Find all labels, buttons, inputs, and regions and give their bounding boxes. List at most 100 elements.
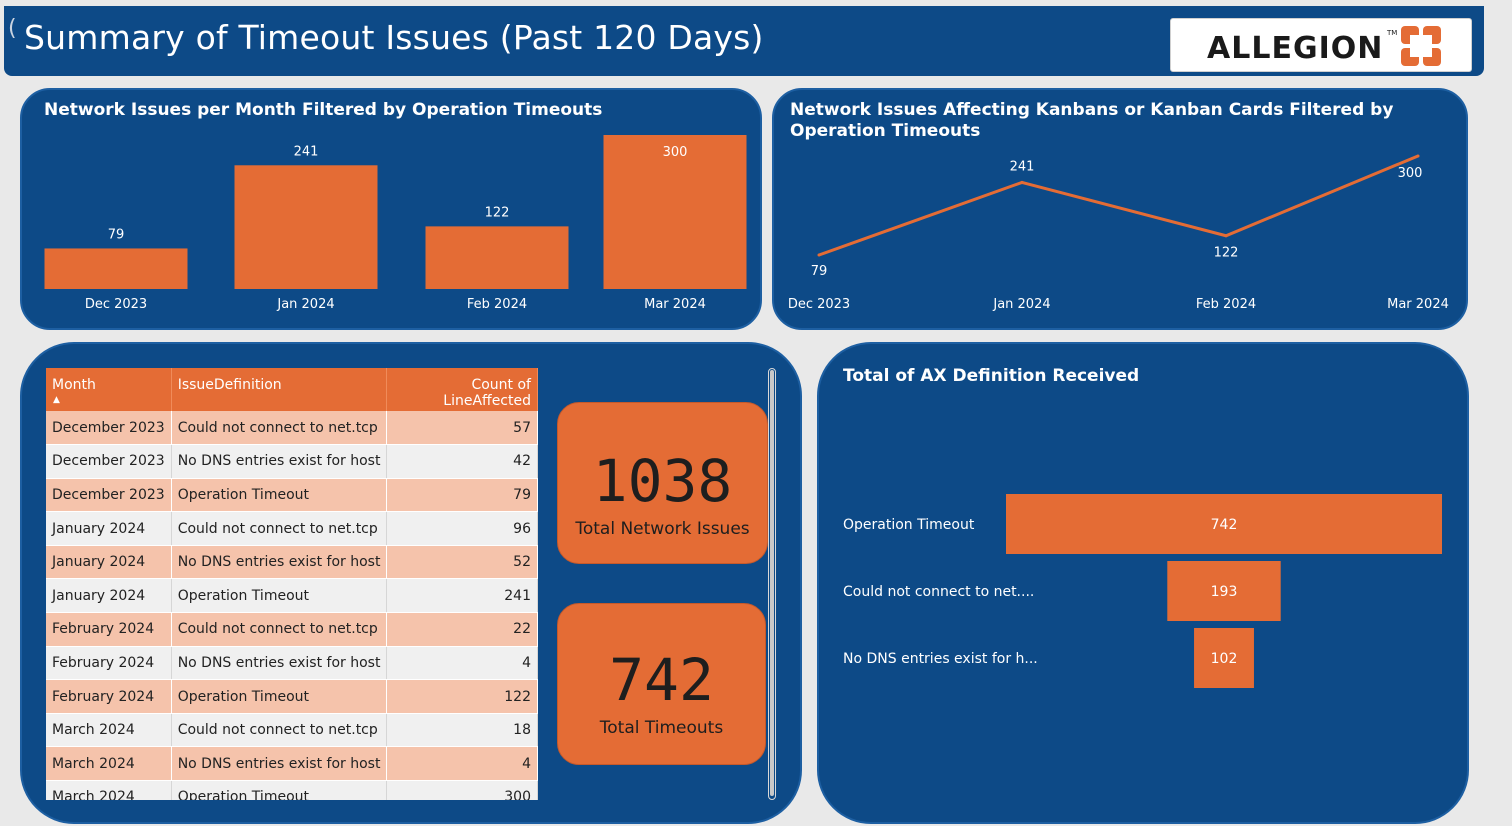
point-data-label: 300 xyxy=(1398,166,1423,181)
line-point[interactable] xyxy=(1020,180,1024,184)
allegion-mark-icon xyxy=(1397,24,1445,70)
table-cell-count: 241 xyxy=(386,578,538,614)
table-cell-month: March 2024 xyxy=(46,746,172,782)
sort-ascending-icon[interactable]: ▲ xyxy=(53,395,60,405)
table-row[interactable]: February 2024 Operation Timeout 122 xyxy=(46,679,538,714)
table-cell-month: February 2024 xyxy=(46,646,172,681)
funnel-category-label: Could not connect to net.... xyxy=(843,584,1034,600)
column-header-label: Count of LineAffected xyxy=(443,377,531,409)
issues-table: Month ▲ IssueDefinition Count of LineAff… xyxy=(46,368,538,800)
table-cell-count: 300 xyxy=(386,780,538,800)
table-cell-month: January 2024 xyxy=(46,578,172,614)
total-timeouts-card: 742 Total Timeouts xyxy=(557,603,766,765)
bar[interactable] xyxy=(234,165,378,289)
issues-table-container[interactable]: Month ▲ IssueDefinition Count of LineAff… xyxy=(46,368,538,800)
table-cell-count: 4 xyxy=(386,646,538,681)
table-row[interactable]: January 2024 Operation Timeout 241 xyxy=(46,578,538,614)
ax-definition-funnel-chart[interactable]: 742 Operation Timeout 193 Could not connect… xyxy=(819,344,1467,822)
x-tick-label: Feb 2024 xyxy=(1196,297,1256,312)
table-cell-count: 79 xyxy=(386,478,538,513)
table-row[interactable]: February 2024 No DNS entries exist for ho… xyxy=(46,646,538,681)
table-cell-issue: Operation Timeout xyxy=(171,679,388,714)
table-cell-month: January 2024 xyxy=(46,545,172,580)
column-header-issue-definition[interactable]: IssueDefinition xyxy=(171,368,388,411)
x-tick-label: Jan 2024 xyxy=(276,297,334,312)
funnel-data-label: 742 xyxy=(1211,517,1238,533)
table-row[interactable]: December 2023 Could not connect to net.tc… xyxy=(46,411,538,446)
table-cell-month: December 2023 xyxy=(46,478,172,513)
kpi-value: 742 xyxy=(609,646,714,714)
table-cell-issue: Could not connect to net.tcp xyxy=(171,511,388,546)
column-header-label: Month xyxy=(52,377,96,393)
table-row[interactable]: March 2024 Could not connect to net.tcp 18 xyxy=(46,713,538,748)
table-cell-count: 4 xyxy=(386,746,538,782)
x-tick-label: Dec 2023 xyxy=(788,297,850,312)
monthly-issues-bar-chart[interactable]: 79 Dec 2023 241 Jan 2024 122 Feb 2024 300 Mar 2… xyxy=(22,90,760,328)
issues-table-panel: Month ▲ IssueDefinition Count of LineAff… xyxy=(20,342,802,824)
table-cell-month: January 2024 xyxy=(46,511,172,546)
funnel-category-label: Operation Timeout xyxy=(843,517,975,533)
x-tick-label: Mar 2024 xyxy=(644,297,706,312)
table-row[interactable]: December 2023 No DNS entries exist for ho… xyxy=(46,444,538,479)
table-cell-count: 18 xyxy=(386,713,538,748)
table-row[interactable]: February 2024 Could not connect to net.tc… xyxy=(46,612,538,647)
table-row[interactable]: January 2024 Could not connect to net.tcp… xyxy=(46,511,538,546)
table-cell-count: 42 xyxy=(386,444,538,479)
bar-data-label: 241 xyxy=(294,144,319,159)
allegion-logo: ALLEGION TM xyxy=(1170,18,1472,72)
table-cell-count: 96 xyxy=(386,511,538,546)
bar[interactable] xyxy=(425,226,569,289)
bar-data-label: 300 xyxy=(663,145,688,160)
table-row[interactable]: March 2024 Operation Timeout 300 xyxy=(46,780,538,800)
x-tick-label: Dec 2023 xyxy=(85,297,147,312)
line-point[interactable] xyxy=(817,253,821,257)
ax-definition-funnel-panel: Total of AX Definition Received 742 Opera… xyxy=(817,342,1469,824)
table-cell-issue: Could not connect to net.tcp xyxy=(171,713,388,748)
page-title: Summary of Timeout Issues (Past 120 Days… xyxy=(24,18,764,57)
table-cell-count: 57 xyxy=(386,411,538,446)
column-header-month[interactable]: Month ▲ xyxy=(46,368,172,411)
series-line[interactable] xyxy=(818,154,1419,257)
table-row[interactable]: March 2024 No DNS entries exist for host 4 xyxy=(46,746,538,782)
kpi-label: Total Network Issues xyxy=(575,519,750,539)
kanban-issues-line-chart[interactable]: 79 Dec 2023 241 Jan 2024 122 Feb 2024 300 Mar 2… xyxy=(774,90,1466,328)
line-point[interactable] xyxy=(1416,154,1420,158)
table-cell-issue: Could not connect to net.tcp xyxy=(171,612,388,647)
total-network-issues-card: 1038 Total Network Issues xyxy=(557,402,768,564)
table-row[interactable]: December 2023 Operation Timeout 79 xyxy=(46,478,538,513)
x-tick-label: Jan 2024 xyxy=(992,297,1050,312)
column-header-count[interactable]: Count of LineAffected xyxy=(386,368,538,411)
table-cell-issue: No DNS entries exist for host xyxy=(171,444,388,479)
funnel-data-label: 102 xyxy=(1211,651,1238,667)
table-row[interactable]: January 2024 No DNS entries exist for hos… xyxy=(46,545,538,580)
table-cell-count: 122 xyxy=(386,679,538,714)
kpi-label: Total Timeouts xyxy=(599,718,724,738)
table-cell-month: February 2024 xyxy=(46,679,172,714)
point-data-label: 241 xyxy=(1010,159,1035,174)
table-cell-count: 52 xyxy=(386,545,538,580)
x-tick-label: Feb 2024 xyxy=(467,297,527,312)
column-header-label: IssueDefinition xyxy=(177,377,282,393)
table-cell-issue: Operation Timeout xyxy=(171,578,388,614)
table-cell-issue: No DNS entries exist for host xyxy=(171,545,388,580)
scrollbar-thumb[interactable] xyxy=(770,370,774,796)
point-data-label: 79 xyxy=(811,264,828,279)
line-point[interactable] xyxy=(1224,234,1228,238)
panel-scrollbar[interactable] xyxy=(768,368,776,800)
x-tick-label: Mar 2024 xyxy=(1387,297,1449,312)
funnel-category-label: No DNS entries exist for h... xyxy=(843,651,1038,667)
point-data-label: 122 xyxy=(1214,246,1239,261)
table-cell-month: February 2024 xyxy=(46,612,172,647)
table-cell-month: March 2024 xyxy=(46,780,172,800)
table-cell-month: December 2023 xyxy=(46,411,172,446)
bar[interactable] xyxy=(44,248,188,289)
monthly-issues-chart-panel: Network Issues per Month Filtered by Ope… xyxy=(20,88,762,330)
table-cell-issue: Operation Timeout xyxy=(171,478,388,513)
bar-data-label: 79 xyxy=(108,227,125,242)
kanban-issues-chart-panel: Network Issues Affecting Kanbans or Kanb… xyxy=(772,88,1468,330)
logo-trademark: TM xyxy=(1387,29,1398,37)
table-cell-month: December 2023 xyxy=(46,444,172,479)
header-bar: ( Summary of Timeout Issues (Past 120 Da… xyxy=(4,6,1484,76)
table-cell-issue: No DNS entries exist for host xyxy=(171,746,388,782)
logo-text: ALLEGION xyxy=(1207,31,1384,66)
